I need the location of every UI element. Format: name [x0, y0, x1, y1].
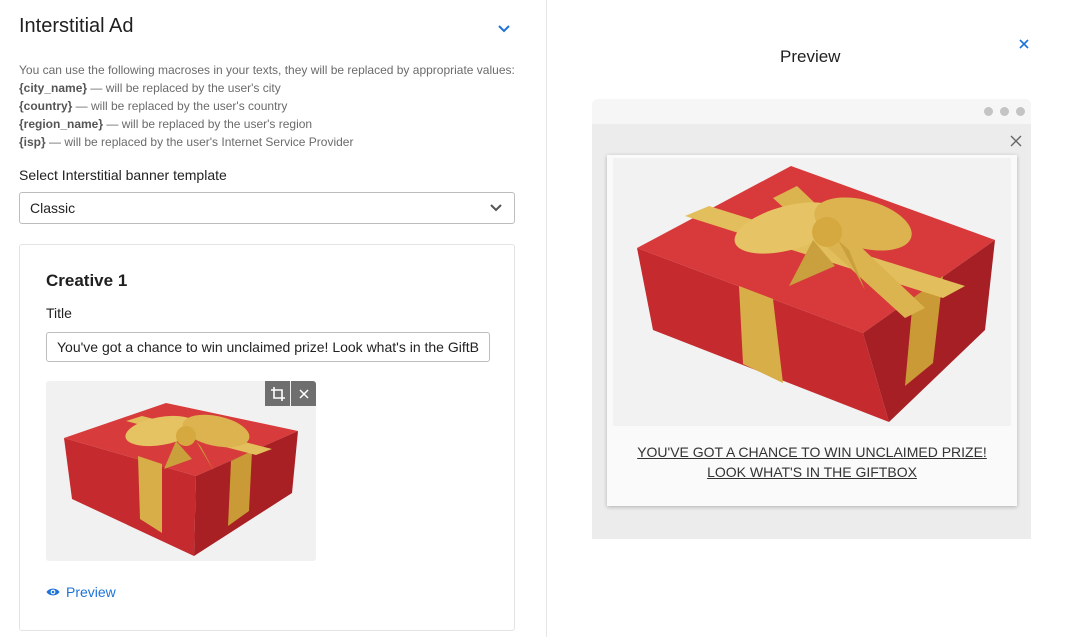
- preview-button[interactable]: Preview: [46, 584, 116, 600]
- image-tools: [265, 381, 316, 406]
- chevron-down-icon: [488, 199, 504, 218]
- macro-token: {country}: [19, 99, 73, 113]
- section-title: Interstitial Ad: [19, 15, 134, 37]
- help-macro-row: {region_name} — will be replaced by the …: [19, 115, 515, 133]
- template-select[interactable]: Classic: [19, 192, 515, 224]
- dot-icon: [1016, 107, 1025, 116]
- creative-card: Creative 1 Title You've got a chance to …: [19, 244, 515, 631]
- creative-image: [46, 381, 316, 561]
- remove-image-icon[interactable]: [291, 381, 316, 406]
- eye-icon: [46, 588, 60, 596]
- gift-box-image: [64, 403, 298, 556]
- template-select-value: Classic: [30, 200, 76, 216]
- help-macro-row: {city_name} — will be replaced by the us…: [19, 79, 515, 97]
- ad-close-icon[interactable]: [1009, 134, 1023, 148]
- preview-label: Preview: [66, 584, 116, 600]
- gift-box-image: [637, 166, 995, 422]
- macro-desc: — will be replaced by the user's city: [87, 81, 281, 95]
- crop-icon[interactable]: [265, 381, 290, 406]
- dot-icon: [1000, 107, 1009, 116]
- interstitial-ad-preview: YOU'VE GOT A CHANCE TO WIN UNCLAIMED PRI…: [607, 155, 1017, 506]
- help-macro-row: {isp} — will be replaced by the user's I…: [19, 133, 515, 151]
- close-icon[interactable]: [1016, 36, 1032, 52]
- title-input[interactable]: [46, 332, 490, 362]
- title-field-label: Title: [46, 305, 72, 321]
- window-dots: [984, 107, 1025, 116]
- settings-panel: Interstitial Ad You can use the followin…: [0, 0, 547, 637]
- browser-toolbar: [592, 99, 1031, 124]
- help-intro: You can use the following macroses in yo…: [19, 63, 515, 77]
- ad-image: [613, 158, 1011, 426]
- creative-title: Creative 1: [46, 271, 128, 290]
- macro-token: {isp}: [19, 135, 46, 149]
- preview-title: Preview: [780, 47, 841, 66]
- dot-icon: [984, 107, 993, 116]
- ad-title-link[interactable]: YOU'VE GOT A CHANCE TO WIN UNCLAIMED PRI…: [617, 442, 1007, 482]
- help-macro-row: {country} — will be replaced by the user…: [19, 97, 515, 115]
- macro-desc: — will be replaced by the user's region: [103, 117, 313, 131]
- macro-token: {region_name}: [19, 117, 104, 131]
- macro-desc: — will be replaced by the user's Interne…: [45, 135, 354, 149]
- macro-token: {city_name}: [19, 81, 88, 95]
- macros-help: You can use the following macroses in yo…: [19, 61, 515, 151]
- macro-desc: — will be replaced by the user's country: [72, 99, 288, 113]
- template-label: Select Interstitial banner template: [19, 167, 227, 183]
- chevron-up-icon[interactable]: [494, 18, 514, 38]
